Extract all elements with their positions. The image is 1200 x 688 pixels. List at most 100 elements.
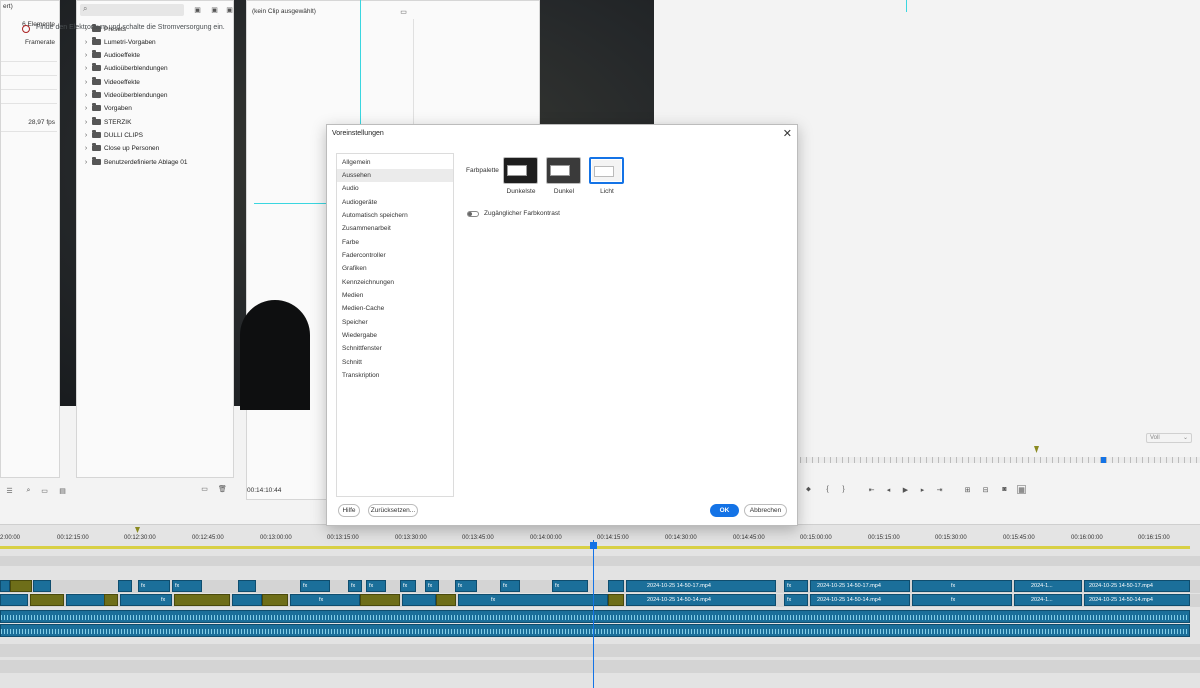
timeline-clip[interactable] [118, 580, 132, 592]
comparison-view-icon[interactable]: ▦ [1017, 485, 1026, 494]
mark-out-icon[interactable]: } [839, 485, 848, 494]
lift-icon[interactable]: ⊞ [963, 485, 972, 494]
effects-folder[interactable]: › STERZIK [83, 116, 131, 128]
go-to-in-icon[interactable]: ⇤ [867, 485, 876, 494]
step-forward-icon[interactable]: ▸ [918, 485, 927, 494]
nav-item-fadercontroller[interactable]: Fadercontroller [337, 249, 453, 262]
delete-icon[interactable]: 🗑 [218, 484, 227, 493]
timeline-clip[interactable] [30, 594, 64, 606]
nav-item-schnitt[interactable]: Schnitt [337, 356, 453, 369]
timeline-clip[interactable] [66, 594, 106, 606]
timeline-clip[interactable]: fx [290, 594, 360, 606]
nav-item-allgemein[interactable]: Allgemein [337, 156, 453, 169]
timeline-clip[interactable] [0, 594, 28, 606]
timeline-clip[interactable]: fx [366, 580, 386, 592]
nav-item-schnittfenster[interactable]: Schnittfenster [337, 342, 453, 355]
timeline-clip[interactable]: fx [784, 580, 808, 592]
close-icon[interactable]: ✕ [783, 127, 792, 140]
timeline-clip[interactable]: 2024-10-25 14-50-14.mp4 [626, 594, 776, 606]
timeline-clip[interactable]: fx [458, 594, 608, 606]
effects-folder[interactable]: › Vorgaben [83, 102, 132, 114]
timeline-clip[interactable] [104, 594, 118, 606]
reset-button[interactable]: Zurücksetzen... [368, 504, 418, 517]
timeline-clip[interactable]: fx [172, 580, 202, 592]
timeline-clip[interactable] [174, 594, 230, 606]
nav-item-wiedergabe[interactable]: Wiedergabe [337, 329, 453, 342]
monitor-playhead[interactable] [1101, 457, 1106, 463]
monitor-scrub-bar[interactable] [800, 457, 1200, 463]
timeline-clip[interactable] [436, 594, 456, 606]
theme-swatch-dunkel[interactable] [546, 157, 581, 184]
timeline-clip[interactable]: 2024-1... [1014, 594, 1082, 606]
timeline-clip[interactable]: 2024-1... [1014, 580, 1082, 592]
timeline-ruler[interactable]: 2:00:00 00:12:15:00 00:12:30:00 00:12:45… [0, 524, 1200, 550]
framerate-header[interactable]: Framerate [25, 39, 55, 46]
theme-swatch-licht[interactable] [589, 157, 624, 184]
audio-clip-a2[interactable] [0, 624, 1190, 637]
marker-add-icon[interactable]: ⬥ [804, 485, 813, 494]
timeline-playhead[interactable] [593, 540, 594, 688]
timeline-clip[interactable]: 2024-10-25 14-50-17.mp4 [810, 580, 910, 592]
export-frame-icon[interactable]: ◙ [1000, 485, 1009, 494]
timeline-clip[interactable] [232, 594, 262, 606]
timeline-clip[interactable]: fx [552, 580, 588, 592]
nav-item-audiogeraete[interactable]: Audiogeräte [337, 196, 453, 209]
play-icon[interactable]: ▶ [901, 485, 910, 494]
effects-folder[interactable]: › Audioeffekte [83, 49, 140, 61]
timeline-clip[interactable]: fx [348, 580, 362, 592]
32bit-effects-icon[interactable]: ▣ [210, 5, 219, 14]
nav-item-automatisch-speichern[interactable]: Automatisch speichern [337, 209, 453, 222]
help-button[interactable]: Hilfe [338, 504, 360, 517]
effects-folder[interactable]: › DULLI CLIPS [83, 129, 143, 141]
new-item-icon[interactable]: ▤ [58, 486, 67, 495]
timeline-clip[interactable]: 2024-10-25 14-50-17.mp4 [1084, 580, 1190, 592]
timeline-clip[interactable]: fx [455, 580, 477, 592]
list-view-icon[interactable]: ☰ [5, 486, 14, 495]
marker-icon[interactable] [135, 527, 140, 533]
search-icon[interactable]: ⌕ [24, 486, 33, 495]
new-folder-icon[interactable]: ▭ [200, 484, 209, 493]
nav-item-zusammenarbeit[interactable]: Zusammenarbeit [337, 222, 453, 235]
effects-folder[interactable]: › Videoüberblendungen [83, 89, 168, 101]
effects-folder[interactable]: › Benutzerdefinierte Ablage 01 [83, 156, 187, 168]
timeline-clip[interactable] [262, 594, 288, 606]
timeline-clip[interactable]: fx [784, 594, 808, 606]
theme-swatch-dunkelste[interactable] [503, 157, 538, 184]
nav-item-grafiken[interactable]: Grafiken [337, 262, 453, 275]
timeline-clip[interactable] [33, 580, 51, 592]
timeline-clip[interactable]: 2024-10-25 14-50-14.mp4 [810, 594, 910, 606]
audio-clip-a1[interactable] [0, 610, 1190, 623]
timeline-clip[interactable] [608, 594, 624, 606]
marker-icon[interactable] [1034, 446, 1039, 453]
effects-folder[interactable]: › Lumetri-Vorgaben [83, 36, 156, 48]
effects-folder[interactable]: › Videoeffekte [83, 76, 140, 88]
new-bin-icon[interactable]: ▭ [40, 486, 49, 495]
timeline-clip[interactable] [360, 594, 400, 606]
contrast-toggle[interactable] [467, 211, 479, 217]
effects-search-input[interactable]: ⌕ [80, 4, 184, 16]
timeline-clip[interactable]: fx [912, 580, 1012, 592]
ok-button[interactable]: OK [710, 504, 739, 517]
timeline-clip[interactable] [0, 580, 10, 592]
effects-folder[interactable]: › Close up Personen [83, 142, 159, 154]
nav-item-medien-cache[interactable]: Medien-Cache [337, 302, 453, 315]
yuv-effects-icon[interactable]: ▣ [225, 5, 234, 14]
timeline-clip[interactable]: fx [400, 580, 416, 592]
nav-item-audio[interactable]: Audio [337, 182, 453, 195]
nav-item-farbe[interactable]: Farbe [337, 236, 453, 249]
mark-in-icon[interactable]: { [823, 485, 832, 494]
timeline-clip[interactable]: fx [425, 580, 439, 592]
go-to-out-icon[interactable]: ⇥ [935, 485, 944, 494]
timeline-clip[interactable] [402, 594, 436, 606]
resolution-dropdown[interactable]: Voll ⌄ [1146, 433, 1192, 443]
effects-folder[interactable]: › Audioüberblendungen [83, 62, 168, 74]
nav-item-transkription[interactable]: Transkription [337, 369, 453, 382]
timeline-clip[interactable]: 2024-10-25 14-50-17.mp4 [626, 580, 776, 592]
timeline-clip[interactable] [10, 580, 32, 592]
cancel-button[interactable]: Abbrechen [744, 504, 787, 517]
guide-line-vertical[interactable] [906, 0, 907, 12]
timeline-clip[interactable]: 2024-10-25 14-50-14.mp4 [1084, 594, 1190, 606]
timeline-clip[interactable]: fx [138, 580, 170, 592]
nav-item-kennzeichnungen[interactable]: Kennzeichnungen [337, 276, 453, 289]
accelerated-effects-icon[interactable]: ▣ [193, 5, 202, 14]
